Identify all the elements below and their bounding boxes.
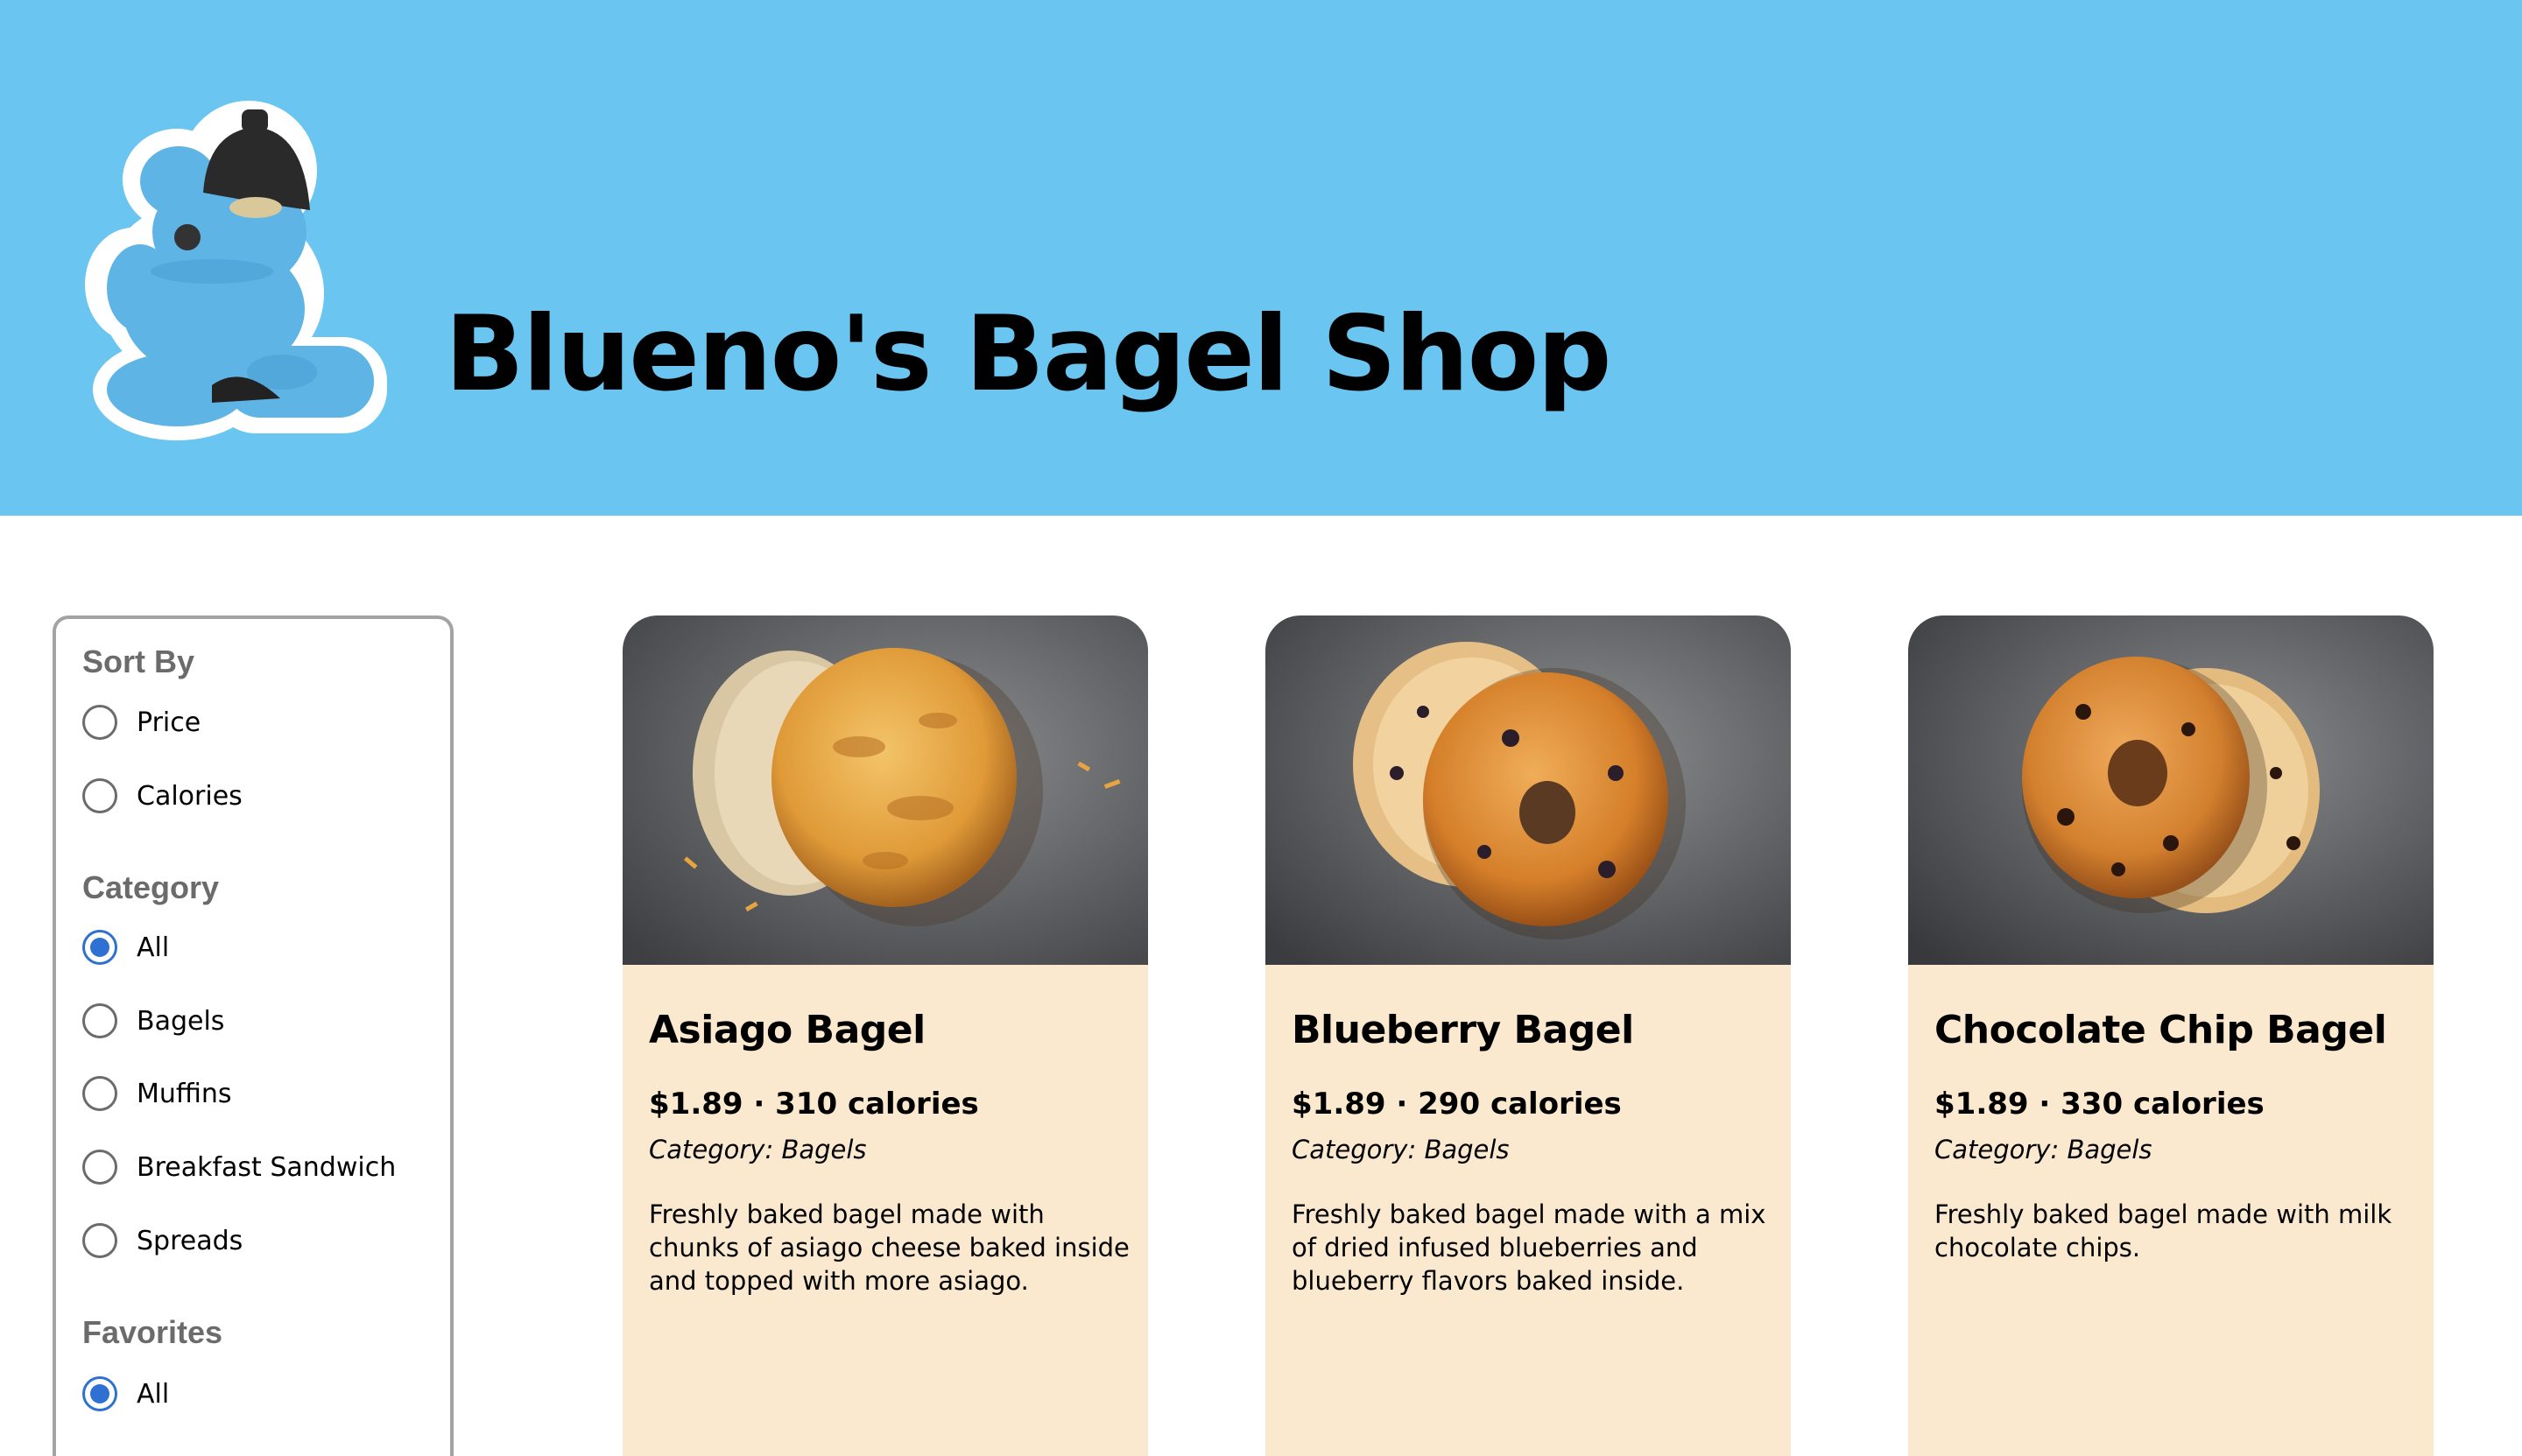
radio-button-selected[interactable] <box>82 1376 117 1411</box>
product-price-calories: $1.89 · 290 calories <box>1292 1087 1622 1122</box>
product-name: Asiago Bagel <box>649 1008 926 1052</box>
option-label: Spreads <box>137 1225 243 1256</box>
product-price-calories: $1.89 · 330 calories <box>1934 1087 2265 1122</box>
option-label: All <box>137 1378 170 1410</box>
category-option-bagels[interactable]: Bagels <box>82 1002 224 1040</box>
sort-option-price[interactable]: Price <box>82 703 201 742</box>
radio-button[interactable] <box>82 778 117 813</box>
blueno-bear-lamp-icon <box>85 101 387 440</box>
radio-button[interactable] <box>82 1003 117 1038</box>
category-option-breakfast-sandwich[interactable]: Breakfast Sandwich <box>82 1148 396 1186</box>
favorites-title: Favorites <box>82 1314 223 1350</box>
radio-button-selected[interactable] <box>82 930 117 965</box>
category-option-spreads[interactable]: Spreads <box>82 1221 243 1260</box>
site-header: Blueno's Bagel Shop <box>0 0 2522 516</box>
category-option-all[interactable]: All <box>82 928 169 967</box>
product-category: Category: Bagels <box>1292 1135 1510 1164</box>
product-description: Freshly baked bagel made with chunks of … <box>649 1199 1130 1296</box>
radio-button[interactable] <box>82 1223 117 1258</box>
radio-button[interactable] <box>82 705 117 740</box>
product-description: Freshly baked bagel made with milk choco… <box>1934 1199 2392 1263</box>
asiago-bagel-photo <box>623 615 1148 965</box>
category-title: Category <box>82 869 220 905</box>
product-card-chocolate-chip-bagel[interactable]: Chocolate Chip Bagel $1.89 · 330 calorie… <box>1908 615 2434 1456</box>
option-label: Calories <box>137 780 243 812</box>
product-price-calories: $1.89 · 310 calories <box>649 1087 979 1122</box>
chocolate-chip-bagel-photo <box>1908 615 2434 965</box>
filter-panel: Sort By Price Calories Category All Bage… <box>53 615 454 1456</box>
site-title: Blueno's Bagel Shop <box>445 294 1612 415</box>
favorites-option-all[interactable]: All <box>82 1375 169 1413</box>
product-category: Category: Bagels <box>1934 1135 2152 1164</box>
category-option-muffins[interactable]: Muffins <box>82 1074 232 1113</box>
product-category: Category: Bagels <box>649 1135 867 1164</box>
option-label: Breakfast Sandwich <box>137 1151 397 1183</box>
product-card-asiago-bagel[interactable]: Asiago Bagel $1.89 · 310 calories Catego… <box>623 615 1148 1456</box>
option-label: Price <box>137 707 201 738</box>
option-label: Muffins <box>137 1078 232 1109</box>
product-name: Blueberry Bagel <box>1292 1008 1634 1052</box>
sort-option-calories[interactable]: Calories <box>82 777 243 815</box>
blueberry-bagel-photo <box>1265 615 1791 965</box>
product-card-blueberry-bagel[interactable]: Blueberry Bagel $1.89 · 290 calories Cat… <box>1265 615 1791 1456</box>
option-label: Bagels <box>137 1005 225 1037</box>
radio-button[interactable] <box>82 1076 117 1111</box>
radio-button[interactable] <box>82 1150 117 1185</box>
product-name: Chocolate Chip Bagel <box>1934 1008 2387 1052</box>
option-label: All <box>137 932 170 963</box>
product-description: Freshly baked bagel made with a mix of d… <box>1292 1199 1766 1296</box>
sort-by-title: Sort By <box>82 644 195 679</box>
